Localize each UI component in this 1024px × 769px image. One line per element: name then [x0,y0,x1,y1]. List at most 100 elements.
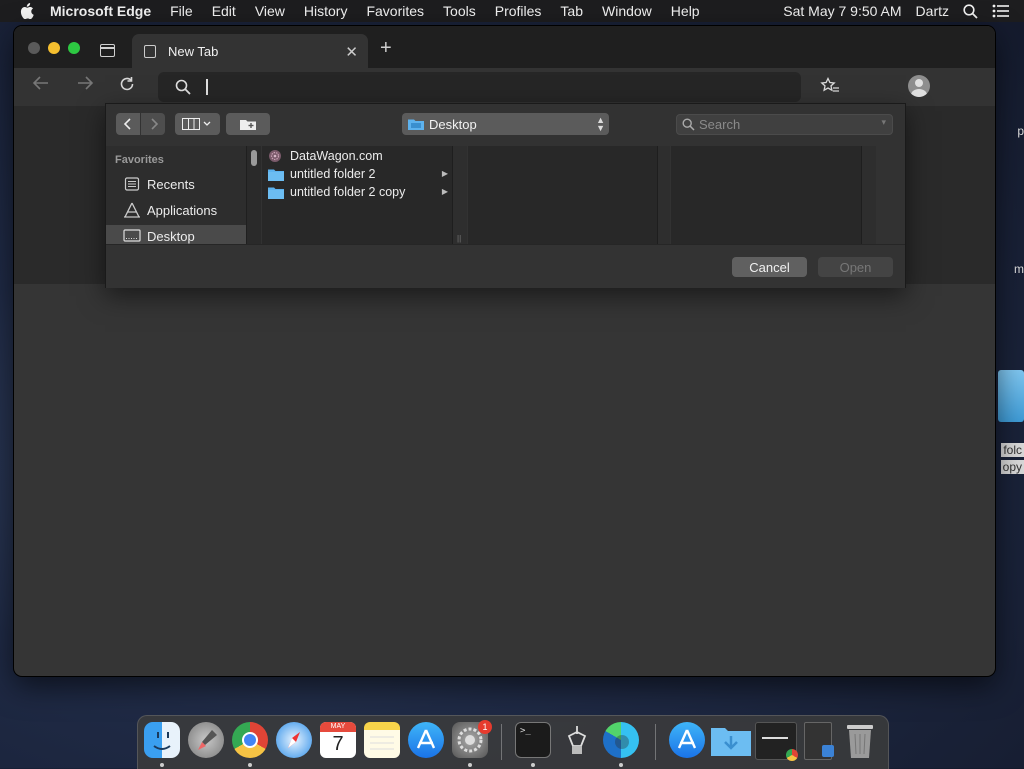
dialog-back-button[interactable] [116,113,140,135]
tab-title: New Tab [168,43,219,59]
recents-icon [123,176,141,192]
safari-icon[interactable] [276,722,312,758]
downloads-folder-icon[interactable] [711,722,751,758]
sidebar-item-label: Recents [147,176,195,192]
menu-help[interactable]: Help [671,3,700,19]
favorites-star-icon[interactable] [820,76,840,100]
dock: MAY 7 1 >_ [137,715,889,769]
dialog-forward-button[interactable] [141,113,165,135]
desktop-folder-icon [408,119,424,130]
app-store-stack-icon[interactable] [669,722,705,758]
desktop-icon [123,228,141,244]
tab-new-tab[interactable]: New Tab ✕ [132,34,368,68]
column-divider[interactable] [658,146,670,244]
chevron-right-icon: ▶ [441,169,448,178]
trash-icon[interactable] [844,722,880,758]
menu-profiles[interactable]: Profiles [495,3,542,19]
menu-app-name[interactable]: Microsoft Edge [50,3,151,19]
apple-menu-icon[interactable] [20,3,36,19]
dialog-search-field[interactable]: ▾ [676,114,893,135]
menubar-status-area: Sat May 7 9:50 AM Dartz [783,0,1024,22]
file-name: untitled folder 2 [290,167,376,181]
sidebar-item-desktop[interactable]: Desktop [106,225,246,244]
file-row-datawagon[interactable]: DataWagon.com [262,147,452,165]
dialog-search-input[interactable] [699,116,879,133]
dialog-sidebar: Favorites Recents Applications Desktop [106,146,247,244]
new-tab-button[interactable]: + [380,38,392,58]
menu-history[interactable]: History [304,3,348,19]
dock-separator [501,724,502,760]
calendar-month: MAY [320,722,356,732]
terminal-prompt: >_ [520,726,531,736]
window-close-button[interactable] [28,42,40,54]
reload-icon[interactable] [118,75,136,99]
screenshot-stack-icon[interactable] [804,722,834,760]
search-dropdown-icon[interactable]: ▾ [881,117,886,128]
back-arrow-icon[interactable] [32,75,50,97]
window-minimize-button[interactable] [48,42,60,54]
column-divider[interactable] [453,146,467,244]
cancel-button[interactable]: Cancel [732,257,807,277]
desktop-peek-text: m [1014,262,1024,276]
running-indicator [619,763,623,767]
menu-bar: Microsoft Edge File Edit View History Fa… [0,0,1024,22]
window-zoom-button[interactable] [68,42,80,54]
app-file-icon [268,150,284,163]
view-mode-button[interactable] [175,113,220,135]
calendar-day: 7 [332,733,344,755]
search-icon [682,118,695,136]
search-icon [175,79,191,100]
menu-window[interactable]: Window [602,3,652,19]
calendar-icon[interactable]: MAY 7 [320,722,356,758]
sidebar-item-applications[interactable]: Applications [106,199,246,221]
menu-favorites[interactable]: Favorites [366,3,424,19]
microsoft-edge-icon[interactable] [603,722,639,758]
dialog-toolbar: Desktop ▲▼ ▾ [106,104,905,146]
menu-tab[interactable]: Tab [560,3,583,19]
launchpad-icon[interactable] [188,722,224,758]
menu-file[interactable]: File [170,3,193,19]
running-indicator [531,763,535,767]
file-row-untitled-folder-2-copy[interactable]: untitled folder 2 copy ▶ [262,183,452,201]
running-indicator [160,763,164,767]
column-resize-handle-icon[interactable]: || [457,234,461,243]
file-row-untitled-folder-2[interactable]: untitled folder 2 ▶ [262,165,452,183]
finder-icon[interactable] [144,722,180,758]
notification-badge: 1 [478,720,492,734]
notes-icon[interactable] [364,722,400,758]
terminal-icon[interactable]: >_ [515,722,551,758]
system-information-icon[interactable] [559,722,595,758]
menu-view[interactable]: View [255,3,285,19]
chrome-icon[interactable] [232,722,268,758]
tab-close-icon[interactable]: ✕ [345,43,358,61]
minimized-window-icon[interactable] [755,722,798,761]
column-divider[interactable] [862,146,876,244]
tab-strip: New Tab ✕ + [14,26,995,68]
new-folder-button[interactable] [226,113,270,135]
forward-arrow-icon[interactable] [76,75,94,97]
profile-avatar-icon[interactable] [908,75,930,97]
tab-actions-icon[interactable] [100,44,115,57]
menubar-user[interactable]: Dartz [916,3,949,19]
app-store-icon[interactable] [408,722,444,758]
sidebar-scrollbar-thumb[interactable] [251,150,257,166]
file-name: DataWagon.com [290,149,383,163]
spotlight-search-icon[interactable] [963,3,978,19]
sidebar-item-recents[interactable]: Recents [106,173,246,195]
open-button[interactable]: Open [818,257,893,277]
menubar-clock[interactable]: Sat May 7 9:50 AM [783,3,901,19]
menu-edit[interactable]: Edit [212,3,236,19]
sidebar-item-label: Desktop [147,228,195,244]
location-popup[interactable]: Desktop ▲ ▼ [402,113,609,135]
desktop-peek-label: opy [1000,460,1024,474]
address-bar[interactable] [158,72,801,102]
control-center-icon[interactable] [992,4,1010,18]
browser-column-empty [468,146,658,244]
desktop-peek-folder-tile[interactable] [998,370,1024,422]
browser-toolbar [14,68,995,106]
browser-column-desktop: DataWagon.com untitled folder 2 ▶ untitl… [262,146,453,244]
file-name: untitled folder 2 copy [290,185,406,199]
menu-tools[interactable]: Tools [443,3,476,19]
applications-icon [123,202,141,218]
running-indicator [468,763,472,767]
